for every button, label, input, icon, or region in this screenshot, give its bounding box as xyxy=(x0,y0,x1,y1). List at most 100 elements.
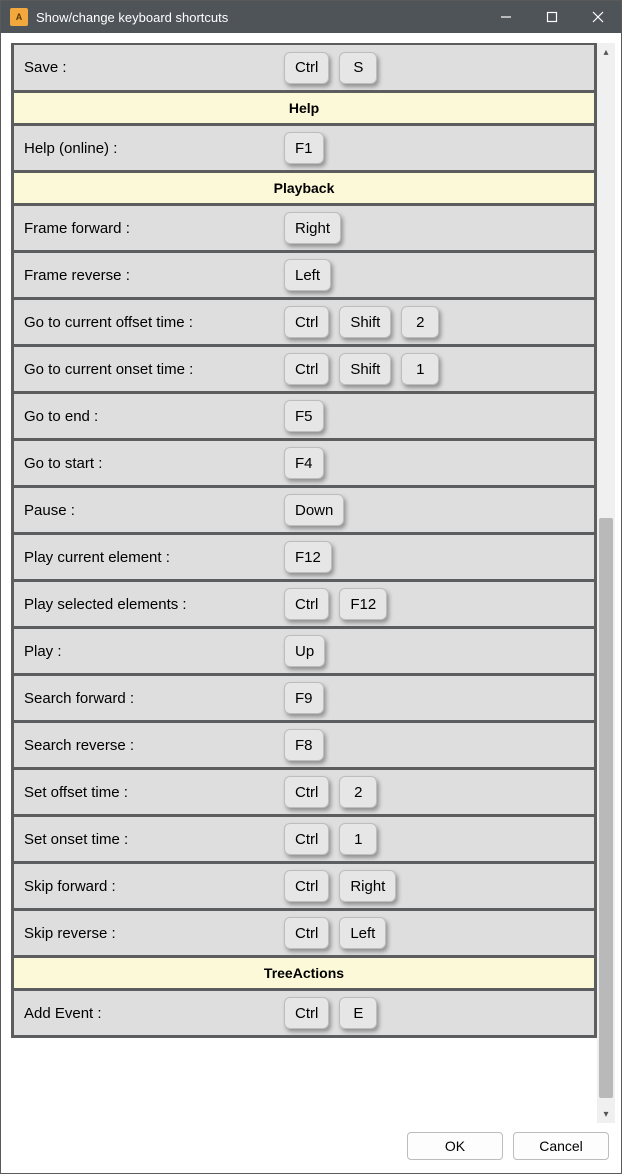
shortcut-row[interactable]: Search forward :F9 xyxy=(11,673,597,723)
shortcut-label: Set offset time : xyxy=(14,784,284,801)
shortcut-keys: F8 xyxy=(284,729,324,761)
keycap[interactable]: F5 xyxy=(284,400,324,432)
section-header: TreeActions xyxy=(11,955,597,991)
shortcut-keys: Ctrl 2 xyxy=(284,776,377,808)
minimize-button[interactable] xyxy=(483,1,529,33)
keycap[interactable]: Ctrl xyxy=(284,588,329,620)
shortcut-label: Save : xyxy=(14,59,284,76)
keycap[interactable]: Up xyxy=(284,635,325,667)
keycap[interactable]: Ctrl xyxy=(284,997,329,1029)
scrollbar[interactable]: ▴ ▾ xyxy=(597,43,615,1123)
keycap[interactable]: 2 xyxy=(401,306,439,338)
shortcut-label: Pause : xyxy=(14,502,284,519)
shortcut-row[interactable]: Go to current offset time :Ctrl Shift 2 xyxy=(11,297,597,347)
keycap[interactable]: Shift xyxy=(339,306,391,338)
shortcut-keys: Ctrl Shift 1 xyxy=(284,353,439,385)
keycap[interactable]: F1 xyxy=(284,132,324,164)
shortcut-keys: Ctrl E xyxy=(284,997,377,1029)
shortcut-keys: F9 xyxy=(284,682,324,714)
shortcut-keys: Ctrl Right xyxy=(284,870,396,902)
shortcut-row[interactable]: Play :Up xyxy=(11,626,597,676)
shortcut-keys: Ctrl F12 xyxy=(284,588,387,620)
keycap[interactable]: F12 xyxy=(284,541,332,573)
shortcut-label: Go to end : xyxy=(14,408,284,425)
client-area: Save :CtrlSHelpHelp (online) :F1Playback… xyxy=(1,33,621,1173)
keycap[interactable]: Left xyxy=(284,259,331,291)
shortcut-row[interactable]: Pause :Down xyxy=(11,485,597,535)
keycap[interactable]: 1 xyxy=(401,353,439,385)
shortcut-list: Save :CtrlSHelpHelp (online) :F1Playback… xyxy=(11,43,597,1123)
shortcut-label: Skip forward : xyxy=(14,878,284,895)
keycap[interactable]: E xyxy=(339,997,377,1029)
shortcut-row[interactable]: Help (online) :F1 xyxy=(11,123,597,173)
shortcut-row[interactable]: Skip forward :Ctrl Right xyxy=(11,861,597,911)
shortcut-label: Frame forward : xyxy=(14,220,284,237)
keycap[interactable]: Left xyxy=(339,917,386,949)
titlebar[interactable]: A Show/change keyboard shortcuts xyxy=(1,1,621,33)
shortcut-row[interactable]: Frame forward :Right xyxy=(11,203,597,253)
shortcut-label: Go to current offset time : xyxy=(14,314,284,331)
shortcut-row[interactable]: Skip reverse :CtrlLeft xyxy=(11,908,597,958)
shortcut-row[interactable]: Play current element :F12 xyxy=(11,532,597,582)
shortcut-keys: Ctrl Shift 2 xyxy=(284,306,439,338)
shortcut-label: Go to current onset time : xyxy=(14,361,284,378)
shortcut-row[interactable]: Go to current onset time :Ctrl Shift 1 xyxy=(11,344,597,394)
shortcut-keys: Left xyxy=(284,259,331,291)
keycap[interactable]: Ctrl xyxy=(284,917,329,949)
cancel-button[interactable]: Cancel xyxy=(513,1132,609,1160)
shortcut-label: Help (online) : xyxy=(14,140,284,157)
shortcut-keys: F4 xyxy=(284,447,324,479)
shortcut-label: Set onset time : xyxy=(14,831,284,848)
keycap[interactable]: Ctrl xyxy=(284,870,329,902)
shortcut-row[interactable]: Go to start :F4 xyxy=(11,438,597,488)
keycap[interactable]: F4 xyxy=(284,447,324,479)
keycap[interactable]: 2 xyxy=(339,776,377,808)
shortcut-row[interactable]: Save :Ctrl S xyxy=(11,43,597,93)
shortcut-keys: Ctrl 1 xyxy=(284,823,377,855)
shortcut-label: Search reverse : xyxy=(14,737,284,754)
maximize-button[interactable] xyxy=(529,1,575,33)
window-title: Show/change keyboard shortcuts xyxy=(36,10,228,25)
shortcut-row[interactable]: Frame reverse :Left xyxy=(11,250,597,300)
keycap[interactable]: 1 xyxy=(339,823,377,855)
shortcut-label: Play current element : xyxy=(14,549,284,566)
keycap[interactable]: Down xyxy=(284,494,344,526)
ok-button[interactable]: OK xyxy=(407,1132,503,1160)
shortcut-keys: F1 xyxy=(284,132,324,164)
keycap[interactable]: Shift xyxy=(339,353,391,385)
shortcut-label: Play : xyxy=(14,643,284,660)
scroll-up-icon[interactable]: ▴ xyxy=(597,43,615,61)
scroll-down-icon[interactable]: ▾ xyxy=(597,1105,615,1123)
keycap[interactable]: Ctrl xyxy=(284,823,329,855)
close-button[interactable] xyxy=(575,1,621,33)
keycap[interactable]: Ctrl xyxy=(284,306,329,338)
shortcut-keys: Ctrl S xyxy=(284,52,377,84)
keycap[interactable]: Ctrl xyxy=(284,52,329,84)
shortcut-label: Play selected elements : xyxy=(14,596,284,613)
keycap[interactable]: Ctrl xyxy=(284,776,329,808)
shortcut-row[interactable]: Go to end :F5 xyxy=(11,391,597,441)
shortcut-label: Search forward : xyxy=(14,690,284,707)
keycap[interactable]: Ctrl xyxy=(284,353,329,385)
shortcut-row[interactable]: Play selected elements :Ctrl F12 xyxy=(11,579,597,629)
keycap[interactable]: F12 xyxy=(339,588,387,620)
app-icon: A xyxy=(10,8,28,26)
shortcut-row[interactable]: Add Event :CtrlE xyxy=(11,988,597,1038)
section-header: Playback xyxy=(11,170,597,206)
shortcut-label: Go to start : xyxy=(14,455,284,472)
maximize-icon xyxy=(546,11,558,23)
shortcut-keys: Right xyxy=(284,212,341,244)
shortcut-row[interactable]: Search reverse :F8 xyxy=(11,720,597,770)
keycap[interactable]: F9 xyxy=(284,682,324,714)
shortcut-row[interactable]: Set offset time :Ctrl 2 xyxy=(11,767,597,817)
dialog-footer: OK Cancel xyxy=(11,1123,615,1163)
shortcut-keys: F12 xyxy=(284,541,332,573)
keycap[interactable]: Right xyxy=(339,870,396,902)
scroll-thumb[interactable] xyxy=(599,518,613,1098)
keycap[interactable]: S xyxy=(339,52,377,84)
shortcut-row[interactable]: Set onset time :Ctrl 1 xyxy=(11,814,597,864)
shortcut-keys: Ctrl Left xyxy=(284,917,386,949)
keycap[interactable]: F8 xyxy=(284,729,324,761)
keycap[interactable]: Right xyxy=(284,212,341,244)
shortcut-keys: Up xyxy=(284,635,325,667)
